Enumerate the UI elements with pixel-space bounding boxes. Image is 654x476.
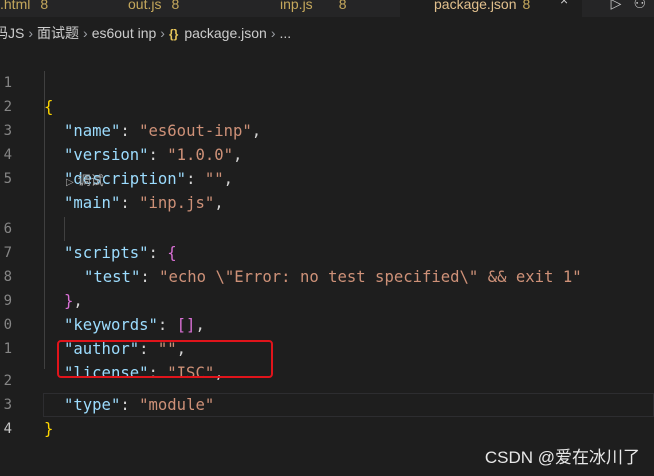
code-line: 2 "type": "module" xyxy=(0,345,215,414)
brace: } xyxy=(44,420,54,438)
json-value: "" xyxy=(204,170,224,188)
chevron-right-icon: › xyxy=(28,25,34,41)
chevron-right-icon: › xyxy=(160,25,165,41)
code-line: 1 { xyxy=(0,47,54,116)
json-key: "keywords" xyxy=(64,316,158,334)
indent-guide xyxy=(64,217,65,241)
compare-icon[interactable]: ⚇ xyxy=(633,0,646,11)
tab-bar: .html 8 out.js 8 inp.js 8 package.json 8 × ▷… xyxy=(0,0,654,17)
json-key: "main" xyxy=(64,194,121,212)
breadcrumb-item[interactable]: es6out inp xyxy=(92,19,157,47)
json-key: "name" xyxy=(64,122,121,140)
code-line: 1 "license": "ISC", xyxy=(0,313,224,382)
json-key: "version" xyxy=(64,146,149,164)
run-icon[interactable]: ▷ xyxy=(611,0,622,11)
problem-count-badge: 8 xyxy=(171,0,180,12)
line-number: 4 xyxy=(3,421,12,437)
json-value: "inp.js" xyxy=(139,194,215,212)
code-line: 6 "scripts": { xyxy=(0,193,177,262)
breadcrumb: 码JS › 面试题 › es6out inp ›{} package.json ›... xyxy=(0,19,654,47)
js-file-icon xyxy=(110,3,122,9)
json-file-icon xyxy=(416,3,428,9)
annotation-highlight-box xyxy=(57,340,273,378)
json-key: "test" xyxy=(84,268,141,286)
json-key: "scripts" xyxy=(64,244,149,262)
debug-codelens[interactable]: ▷ 调试 xyxy=(66,171,104,191)
code-line: 8 }, xyxy=(0,241,83,310)
codelens-label: 调试 xyxy=(77,173,104,188)
code-line: 2 "name": "es6out-inp", xyxy=(0,71,262,140)
js-file-icon xyxy=(262,3,274,9)
json-key: "type" xyxy=(64,396,121,414)
code-line: 4 "description": "", xyxy=(0,119,233,188)
code-line: 5 "main": "inp.js", xyxy=(0,143,224,212)
problem-count-badge: 8 xyxy=(338,0,347,12)
close-icon[interactable]: × xyxy=(560,0,568,7)
brace: } xyxy=(64,292,74,310)
breadcrumb-item[interactable]: package.json xyxy=(184,19,267,47)
code-editor[interactable]: 1 { 2 "name": "es6out-inp", 3 "version":… xyxy=(0,47,654,476)
brace: { xyxy=(167,244,177,262)
code-line: 9 "keywords": [], xyxy=(0,265,205,334)
tab-label: .html xyxy=(0,0,31,12)
json-value: "es6out-inp" xyxy=(139,122,252,140)
editor-actions: ▷ ⚇ xyxy=(599,0,646,12)
tab-inp-js[interactable]: inp.js 8 xyxy=(262,0,392,17)
tab-label: package.json xyxy=(434,0,517,12)
json-braces-icon: {} xyxy=(168,27,179,41)
code-line: 4 xyxy=(0,393,38,437)
chevron-right-icon: › xyxy=(83,25,88,41)
problem-count-badge: 8 xyxy=(40,0,49,12)
code-line: 3 "version": "1.0.0", xyxy=(0,95,243,164)
tab-html[interactable]: .html 8 xyxy=(0,0,92,17)
breadcrumb-item[interactable]: 面试题 xyxy=(37,19,79,47)
json-value: [] xyxy=(176,316,196,334)
code-line: 7 "test": "echo \"Error: no test specifi… xyxy=(0,217,582,286)
problem-count-badge: 8 xyxy=(522,0,531,12)
line-number: 5 xyxy=(3,171,12,187)
json-value: "echo \"Error: no test specified\" && ex… xyxy=(159,268,582,286)
brace: { xyxy=(44,98,54,116)
tab-label: inp.js xyxy=(280,0,313,12)
tab-package-json[interactable]: package.json 8 × xyxy=(400,0,582,17)
tab-label: out.js xyxy=(128,0,162,12)
watermark: CSDN @爱在冰川了 xyxy=(484,448,640,467)
breadcrumb-item[interactable]: 码JS xyxy=(0,19,24,47)
breadcrumb-item[interactable]: ... xyxy=(280,19,292,47)
tab-out-js[interactable]: out.js 8 xyxy=(110,0,230,17)
json-value: "module" xyxy=(139,396,215,414)
play-icon: ▷ xyxy=(66,177,74,188)
code-line: 0 "author": "", xyxy=(0,289,187,358)
code-line: 3 } xyxy=(0,369,54,438)
chevron-right-icon: › xyxy=(270,25,276,41)
json-value: "1.0.0" xyxy=(167,146,233,164)
